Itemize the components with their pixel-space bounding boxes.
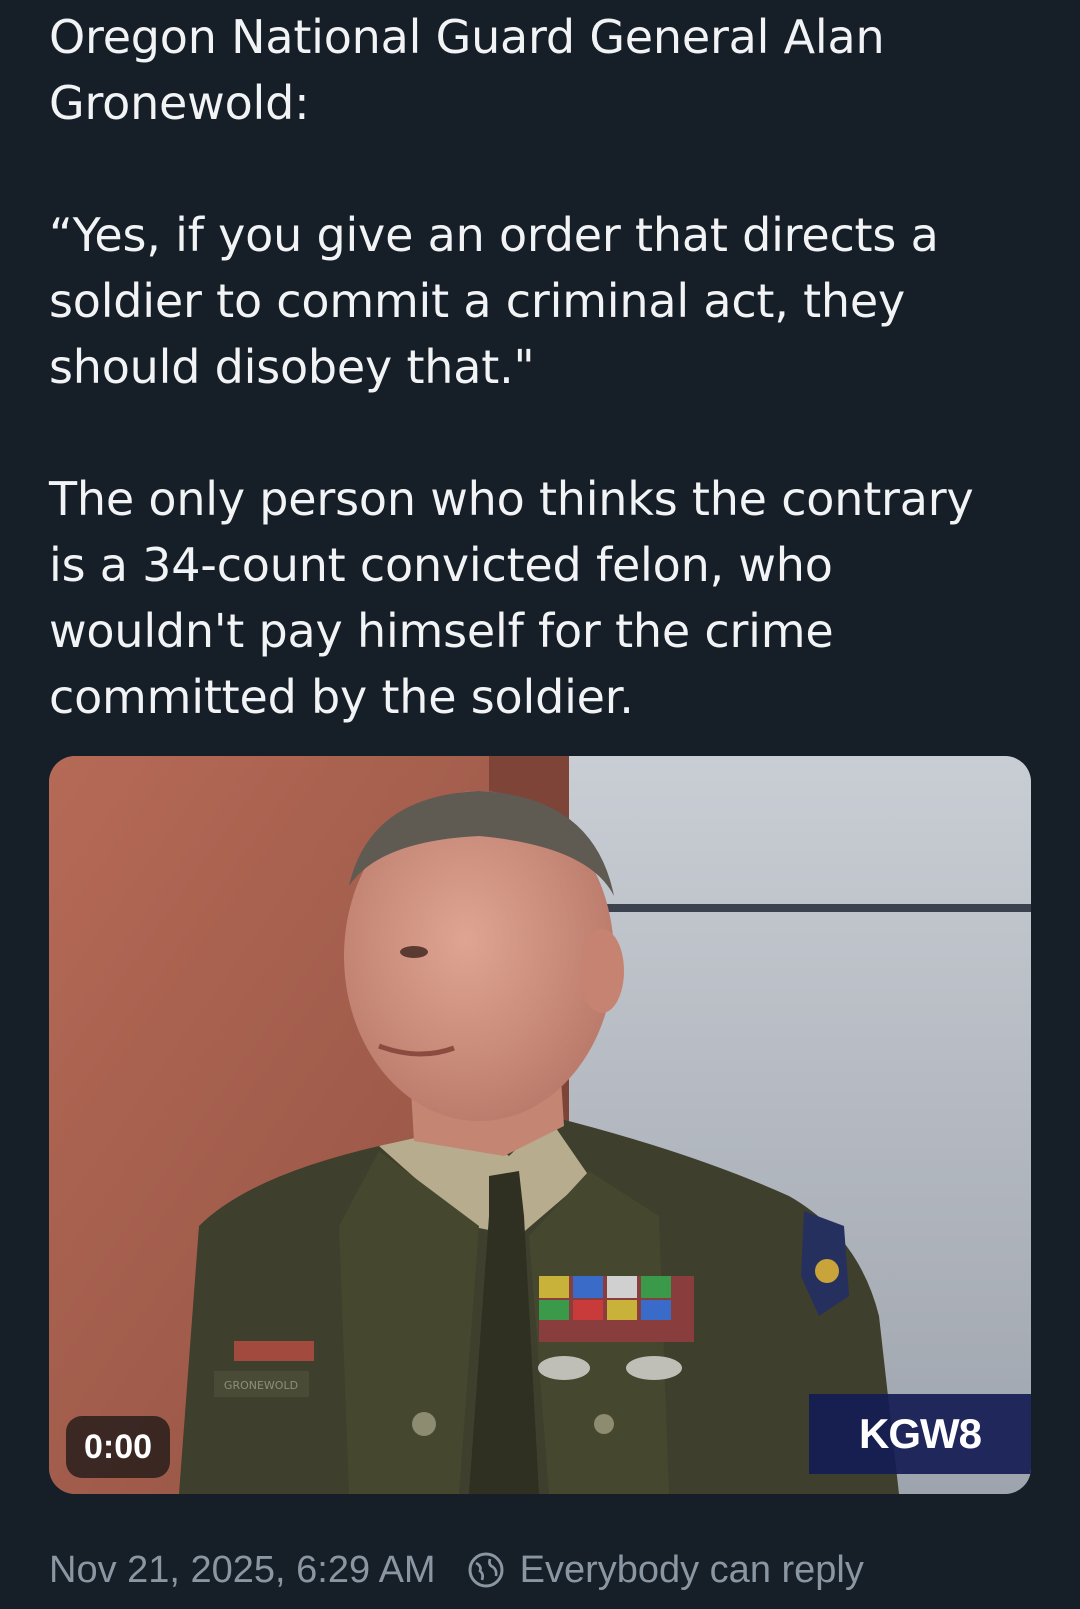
uniform-button xyxy=(412,1412,436,1436)
name-plate-bar xyxy=(234,1341,314,1361)
post-paragraph-3: The only person who thinks the contrary … xyxy=(49,472,974,724)
globe-icon xyxy=(468,1552,504,1588)
badge-right xyxy=(626,1356,682,1380)
nametag-text: GRONEWOLD xyxy=(224,1379,298,1392)
video-player[interactable]: GRONEWOLD 0:00 KGW8 xyxy=(49,756,1031,1494)
video-timestamp: 0:00 xyxy=(66,1416,171,1478)
wall-rail xyxy=(569,904,1031,912)
ear xyxy=(580,929,624,1013)
post-meta: Nov 21, 2025, 6:29 AM Everybody can repl… xyxy=(49,1540,864,1600)
station-logo: KGW8 xyxy=(809,1394,1031,1474)
post-paragraph-2: “Yes, if you give an order that directs … xyxy=(49,208,939,394)
post-paragraph-1: Oregon National Guard General Alan Grone… xyxy=(49,10,885,130)
badge-left xyxy=(538,1356,590,1380)
eye xyxy=(400,946,428,958)
post-timestamp[interactable]: Nov 21, 2025, 6:29 AM xyxy=(49,1549,436,1592)
video-frame: GRONEWOLD xyxy=(49,756,1031,1494)
post-text: Oregon National Guard General Alan Grone… xyxy=(49,4,1049,730)
reply-setting[interactable]: Everybody can reply xyxy=(520,1549,864,1592)
